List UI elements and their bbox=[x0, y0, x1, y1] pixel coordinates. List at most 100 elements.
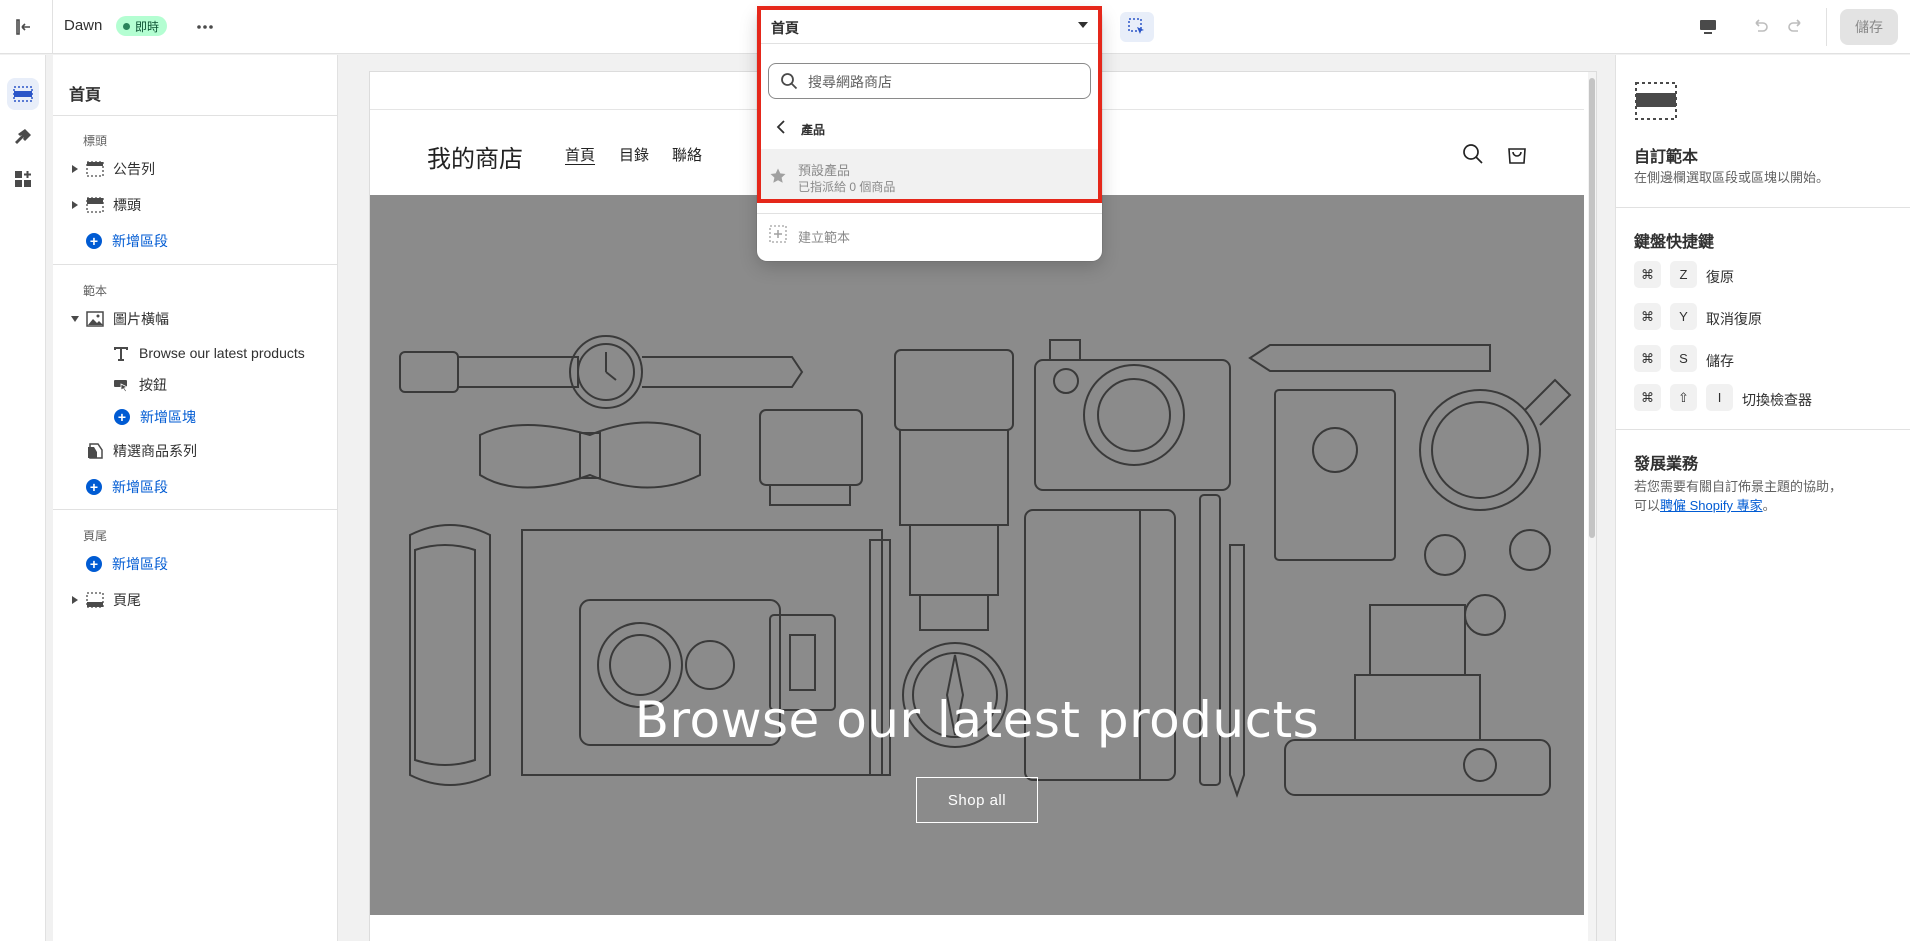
live-badge: 即時 bbox=[116, 16, 168, 36]
desktop-preview-icon[interactable] bbox=[1694, 14, 1722, 40]
shop-all-button[interactable]: Shop all bbox=[916, 777, 1038, 823]
template-option-default-product[interactable]: 預設產品 已指派給 0 個商品 bbox=[757, 149, 1102, 203]
announcement-bar-icon bbox=[86, 160, 104, 178]
sections-panel: 首頁 標頭 公告列 標頭 + 新增區段 範本 圖片橫幅 Browse our l… bbox=[53, 55, 340, 941]
store-name[interactable]: 我的商店 bbox=[427, 139, 523, 174]
caret-down-icon[interactable] bbox=[70, 314, 80, 324]
section-item-image-banner[interactable]: 圖片橫幅 bbox=[53, 305, 338, 333]
section-item-footer[interactable]: 頁尾 bbox=[53, 586, 338, 614]
shortcut-label-undo: 復原 bbox=[1706, 269, 1734, 285]
key-s: S bbox=[1670, 345, 1697, 372]
section-label: 圖片橫幅 bbox=[113, 311, 169, 327]
panel-title: 首頁 bbox=[69, 87, 102, 104]
store-cart-icon[interactable] bbox=[1503, 140, 1531, 168]
add-section-label: 新增區段 bbox=[112, 233, 168, 249]
image-banner[interactable]: Browse our latest products Shop all bbox=[370, 195, 1584, 915]
divider bbox=[53, 509, 338, 510]
add-section-label: 新增區段 bbox=[112, 479, 168, 495]
group-label-template: 範本 bbox=[83, 284, 108, 298]
editor-rail bbox=[0, 55, 46, 941]
template-picker-dropdown: 首頁 產品 預設產品 已指派給 0 個商品 建立範本 bbox=[757, 8, 1102, 261]
template-selector[interactable]: 首頁 bbox=[757, 8, 1102, 44]
store-nav-home[interactable]: 首頁 bbox=[565, 144, 595, 165]
grow-desc-line1: 若您需要有關自訂佈景主題的協助， bbox=[1634, 479, 1843, 494]
block-label: 按鈕 bbox=[139, 377, 167, 393]
section-label: 精選商品系列 bbox=[113, 443, 197, 459]
section-label: 標頭 bbox=[113, 197, 141, 213]
shortcut-label-save: 儲存 bbox=[1706, 353, 1734, 369]
app-embeds-icon[interactable] bbox=[7, 163, 39, 195]
back-to-products-button[interactable]: 產品 bbox=[757, 115, 1102, 141]
redo-icon[interactable] bbox=[1782, 14, 1810, 40]
caret-right-icon[interactable] bbox=[70, 164, 80, 174]
key-i: I bbox=[1706, 384, 1733, 411]
group-label-footer: 頁尾 bbox=[83, 529, 108, 543]
button-icon bbox=[112, 376, 130, 394]
grow-desc-prefix: 可以 bbox=[1634, 498, 1661, 513]
block-label: Browse our latest products bbox=[139, 345, 305, 361]
block-item-heading[interactable]: Browse our latest products bbox=[53, 339, 338, 367]
key-z: Z bbox=[1670, 261, 1697, 288]
divider bbox=[52, 0, 53, 54]
custom-template-title: 自訂範本 bbox=[1634, 149, 1699, 166]
add-section-button[interactable]: + 新增區段 bbox=[53, 473, 338, 501]
caret-right-icon[interactable] bbox=[70, 595, 80, 605]
preview-scrollbar[interactable] bbox=[1588, 72, 1596, 941]
divider bbox=[53, 264, 338, 265]
caret-right-icon[interactable] bbox=[70, 200, 80, 210]
sections-icon[interactable] bbox=[7, 78, 39, 110]
custom-template-description: 在側邊欄選取區段或區塊以開始。 bbox=[1634, 170, 1830, 185]
more-actions-icon[interactable] bbox=[192, 14, 218, 40]
section-item-announcement-bar[interactable]: 公告列 bbox=[53, 155, 338, 183]
add-section-button[interactable]: + 新增區段 bbox=[53, 550, 338, 578]
create-template-label: 建立範本 bbox=[798, 230, 851, 245]
footer-section-icon bbox=[86, 591, 104, 609]
settings-panel: 自訂範本 在側邊欄選取區段或區塊以開始。 鍵盤快捷鍵 ⌘ Z 復原 ⌘ Y 取消… bbox=[1615, 55, 1910, 941]
group-label-header: 標頭 bbox=[83, 134, 108, 148]
section-item-header[interactable]: 標頭 bbox=[53, 191, 338, 219]
add-section-label: 新增區段 bbox=[112, 556, 168, 572]
block-item-button[interactable]: 按鈕 bbox=[53, 371, 338, 399]
template-search-input[interactable] bbox=[808, 72, 1078, 92]
section-item-featured-collection[interactable]: 精選商品系列 bbox=[53, 437, 338, 465]
add-block-label: 新增區塊 bbox=[140, 409, 196, 425]
grow-business-title: 發展業務 bbox=[1634, 456, 1699, 473]
panel-scrollbar[interactable] bbox=[338, 55, 340, 941]
key-y: Y bbox=[1670, 303, 1697, 330]
section-label: 頁尾 bbox=[113, 592, 141, 608]
add-circle-icon: + bbox=[86, 479, 102, 495]
add-section-button[interactable]: + 新增區段 bbox=[53, 227, 338, 255]
save-button[interactable]: 儲存 bbox=[1840, 9, 1898, 45]
store-nav-contact[interactable]: 聯絡 bbox=[672, 144, 702, 165]
category-label: 產品 bbox=[801, 123, 826, 137]
template-option-title: 預設產品 bbox=[798, 163, 851, 178]
key-shift: ⇧ bbox=[1670, 384, 1697, 411]
live-badge-label: 即時 bbox=[135, 19, 160, 34]
key-cmd: ⌘ bbox=[1634, 261, 1661, 288]
divider bbox=[1616, 207, 1910, 208]
theme-settings-brush-icon[interactable] bbox=[7, 121, 39, 153]
selected-template[interactable]: 首頁 bbox=[771, 18, 799, 38]
theme-name: Dawn bbox=[64, 17, 103, 34]
undo-icon[interactable] bbox=[1746, 14, 1774, 40]
live-dot-icon bbox=[123, 22, 130, 30]
template-sections-icon bbox=[1634, 79, 1678, 128]
chevron-left-icon[interactable] bbox=[776, 120, 786, 139]
divider bbox=[1826, 8, 1827, 46]
add-block-button[interactable]: + 新增區塊 bbox=[53, 403, 338, 431]
scrollbar-thumb[interactable] bbox=[1589, 78, 1595, 538]
key-cmd: ⌘ bbox=[1634, 303, 1661, 330]
store-nav-catalog[interactable]: 目錄 bbox=[619, 144, 649, 165]
key-cmd: ⌘ bbox=[1634, 345, 1661, 372]
exit-icon[interactable] bbox=[10, 14, 36, 40]
template-search-field[interactable] bbox=[768, 63, 1091, 99]
create-template-button[interactable]: 建立範本 bbox=[757, 213, 1102, 253]
shortcuts-title: 鍵盤快捷鍵 bbox=[1634, 234, 1715, 251]
inspector-toggle-button[interactable] bbox=[1120, 12, 1154, 42]
caret-down-icon[interactable] bbox=[1078, 22, 1088, 28]
store-search-icon[interactable] bbox=[1459, 140, 1487, 168]
star-icon bbox=[769, 167, 787, 190]
hire-expert-link[interactable]: 聘僱 Shopify 專家 bbox=[1660, 498, 1763, 513]
hero-heading[interactable]: Browse our latest products bbox=[370, 691, 1584, 749]
shortcut-label-redo: 取消復原 bbox=[1706, 311, 1762, 327]
